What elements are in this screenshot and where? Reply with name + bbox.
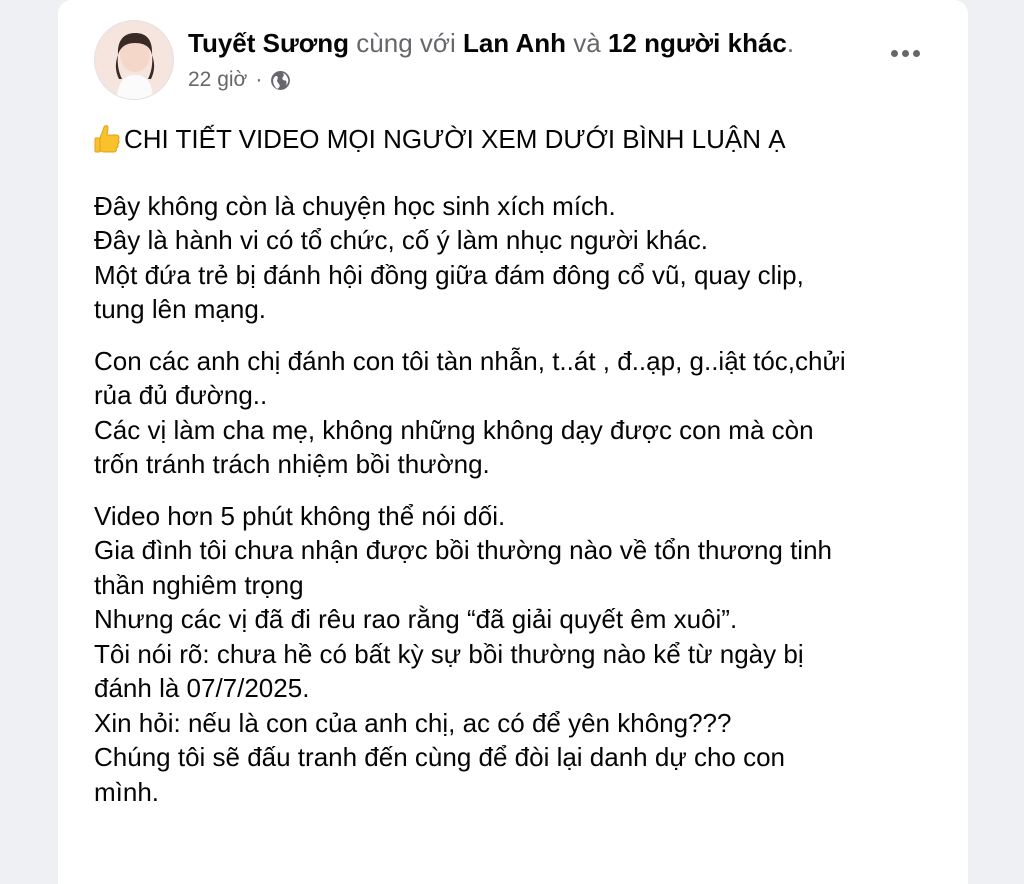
more-dot [902,50,909,57]
post-text-line: Đây là hành vi có tổ chức, cố ý làm nhục… [94,225,709,255]
post-text-line: Các vị làm cha mẹ, không những không dạy… [94,414,814,445]
post-header: Tuyết Sương cùng với Lan Anh và 12 người… [94,20,944,104]
author-avatar[interactable] [94,20,174,100]
post-text-line: Con các anh chị đánh con tôi tàn nhẫn, t… [94,345,846,376]
author-line: Tuyết Sương cùng với Lan Anh và 12 người… [188,26,794,60]
post-subline: 22 giờ · [188,66,794,94]
time-separator: · [255,68,263,91]
post-text-line: Xin hỏi: nếu là con của anh chị, ac có đ… [94,707,732,738]
post-text-line: Video hơn 5 phút không thể nói dối. [94,500,506,531]
post-body: Đây không còn là chuyện học sinh xích mí… [94,189,944,810]
globe-icon [270,70,291,91]
post-content: CHI TIẾT VIDEO MỌI NGƯỜI XEM DƯỚI BÌNH L… [94,122,944,826]
more-dot [913,50,920,57]
post-text-line: Tôi nói rõ: chưa hề có bất kỳ sự bồi thư… [94,638,804,669]
post-text-line: thần nghiêm trọng [94,569,304,600]
post-headline: CHI TIẾT VIDEO MỌI NGƯỜI XEM DƯỚI BÌNH L… [94,122,944,157]
period: . [786,28,795,58]
more-options-icon[interactable] [891,50,920,57]
post-text-line: rủa đủ đường.. [94,380,268,410]
post-time[interactable]: 22 giờ [188,66,247,94]
author-name[interactable]: Tuyết Sương [188,28,349,58]
headline-text: CHI TIẾT VIDEO MỌI NGƯỜI XEM DƯỚI BÌNH L… [124,124,786,154]
post-text-line: Đây không còn là chuyện học sinh xích mí… [94,190,616,221]
post-text-line: đánh là 07/7/2025. [94,673,310,703]
post-text-line: Gia đình tôi chưa nhận được bồi thường n… [94,535,833,565]
post-paragraph: Đây không còn là chuyện học sinh xích mí… [94,189,944,327]
post-meta: Tuyết Sương cùng với Lan Anh và 12 người… [188,26,794,94]
tagged-name[interactable]: Lan Anh [463,28,566,58]
post-paragraph: Video hơn 5 phút không thể nói dối. Gia đ… [94,499,944,810]
post-text-line: Chúng tôi sẽ đấu tranh đến cùng để đòi l… [94,742,786,772]
post-text-line: trốn tránh trách nhiệm bồi thường. [94,449,490,479]
post-card: Tuyết Sương cùng với Lan Anh và 12 người… [58,0,968,884]
and-text: và [573,28,601,58]
post-text-line: Một đứa trẻ bị đánh hội đồng giữa đám đô… [94,259,804,290]
post-paragraph: Con các anh chị đánh con tôi tàn nhẫn, t… [94,344,944,482]
more-dot [891,50,898,57]
post-text-line: tung lên mạng. [94,294,267,324]
with-text: cùng với [356,28,456,58]
post-text-line: Nhưng các vị đã đi rêu rao rằng “đã giải… [94,604,738,634]
tagged-others[interactable]: 12 người khác [608,28,787,58]
thumbs-up-emoji-icon [94,123,122,155]
post-text-line: mình. [94,776,160,807]
